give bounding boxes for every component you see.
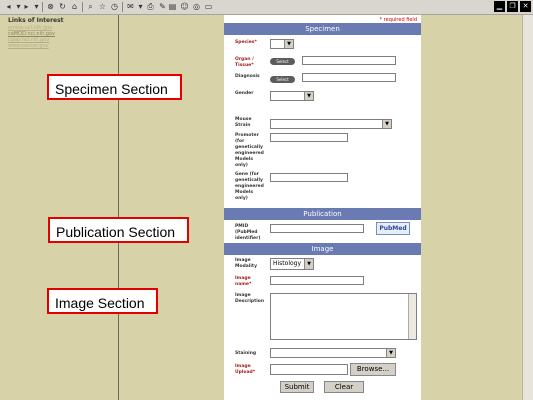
- discuss-icon[interactable]: ▤: [168, 2, 177, 11]
- specimen-section-callout: Specimen Section: [47, 74, 182, 100]
- edit-icon[interactable]: ✎: [158, 2, 167, 11]
- specimen-section-header: Specimen: [224, 23, 421, 35]
- image-name-label: Image name*: [235, 276, 252, 287]
- image-name-field[interactable]: [270, 276, 364, 285]
- image-modality-label: Image Modality: [235, 258, 257, 269]
- right-panel: [421, 15, 533, 400]
- gene-label: Gene (for genetically engineered Models …: [235, 172, 264, 201]
- folder-icon[interactable]: ▭: [204, 2, 213, 11]
- refresh-icon[interactable]: ↻: [58, 2, 67, 11]
- image-section-header: Image: [224, 243, 421, 255]
- submission-form: * required field Specimen Species* ▼ Org…: [224, 15, 421, 400]
- gene-field[interactable]: [270, 173, 348, 182]
- diagnosis-label: Diagnosis: [235, 74, 260, 79]
- image-upload-label: Image Upload*: [235, 364, 256, 375]
- image-description-label: Image Description: [235, 293, 265, 304]
- clear-button[interactable]: Clear: [324, 381, 364, 393]
- home-icon[interactable]: ⌂: [70, 2, 79, 11]
- page-scrollbar[interactable]: [522, 15, 533, 400]
- staining-select[interactable]: ▼: [270, 348, 396, 358]
- print-icon[interactable]: ⎙: [146, 2, 155, 11]
- chevron-down-icon: ▼: [386, 349, 395, 357]
- dropdown-arrow-icon[interactable]: ▾: [32, 2, 41, 11]
- species-label: Species*: [235, 40, 257, 45]
- chevron-down-icon: ▼: [304, 259, 313, 269]
- link-cancer-gov[interactable]: www.cancer.gov: [8, 43, 49, 49]
- promoter-field[interactable]: [270, 133, 348, 142]
- gender-select[interactable]: ▼: [270, 91, 314, 101]
- submit-button[interactable]: Submit: [280, 381, 314, 393]
- image-modality-select[interactable]: Histology ▼: [270, 258, 314, 270]
- mail-icon[interactable]: ✉: [126, 2, 135, 11]
- browse-button[interactable]: Browse...: [350, 363, 396, 376]
- image-section-callout: Image Section: [47, 288, 158, 314]
- publication-section-header: Publication: [224, 208, 421, 220]
- back-icon[interactable]: ◂: [4, 2, 13, 11]
- favorites-icon[interactable]: ☆: [98, 2, 107, 11]
- mouse-strain-label: Mouse Strain: [235, 117, 252, 128]
- chevron-down-icon: ▼: [304, 92, 313, 100]
- gender-label: Gender: [235, 91, 254, 96]
- toolbar-separator: [82, 2, 83, 12]
- toolbar-separator: [42, 2, 43, 12]
- dropdown-arrow-icon[interactable]: ▾: [136, 2, 145, 11]
- history-icon[interactable]: ◷: [110, 2, 119, 11]
- image-description-textarea[interactable]: [270, 293, 417, 340]
- pmid-field[interactable]: [270, 224, 364, 233]
- links-title: Links of Interest: [8, 17, 64, 24]
- mouse-strain-select[interactable]: ▼: [270, 119, 392, 129]
- diagnosis-select-button[interactable]: Select: [270, 76, 295, 83]
- chevron-down-icon: ▼: [382, 120, 391, 128]
- species-select[interactable]: ▼: [270, 39, 294, 49]
- chevron-down-icon: ▼: [284, 40, 293, 48]
- pubmed-button[interactable]: PubMed: [376, 222, 410, 235]
- left-panel: [0, 15, 224, 400]
- publication-section-callout: Publication Section: [48, 217, 189, 243]
- minimize-button[interactable]: ▁: [494, 1, 505, 12]
- promoter-label: Promoter (for genetically engineered Mod…: [235, 133, 264, 168]
- organ-select-button[interactable]: Select: [270, 58, 295, 65]
- close-button[interactable]: ✕: [520, 1, 531, 12]
- image-upload-field[interactable]: [270, 364, 348, 375]
- research-icon[interactable]: ◎: [192, 2, 201, 11]
- messenger-icon[interactable]: ☺: [180, 2, 189, 11]
- textarea-scrollbar[interactable]: [408, 294, 416, 339]
- diagnosis-field[interactable]: [302, 73, 396, 82]
- restore-button[interactable]: ❐: [507, 1, 518, 12]
- browser-toolbar: ◂ ▾ ▸ ▾ ⊗ ↻ ⌂ ⌕ ☆ ◷ ✉ ▾ ⎙ ✎ ▤ ☺ ◎ ▭ ▁ ❐ …: [0, 0, 533, 15]
- search-icon[interactable]: ⌕: [86, 2, 95, 11]
- toolbar-separator: [122, 2, 123, 12]
- organ-tissue-label: Organ / Tissue*: [235, 57, 254, 68]
- staining-label: Staining: [235, 351, 257, 356]
- panel-divider: [118, 15, 119, 400]
- forward-icon[interactable]: ▸: [22, 2, 31, 11]
- organ-tissue-field[interactable]: [302, 56, 396, 65]
- stop-icon[interactable]: ⊗: [46, 2, 55, 11]
- image-modality-value: Histology: [273, 260, 302, 267]
- pmid-label: PMID (PubMed identifier): [235, 224, 261, 241]
